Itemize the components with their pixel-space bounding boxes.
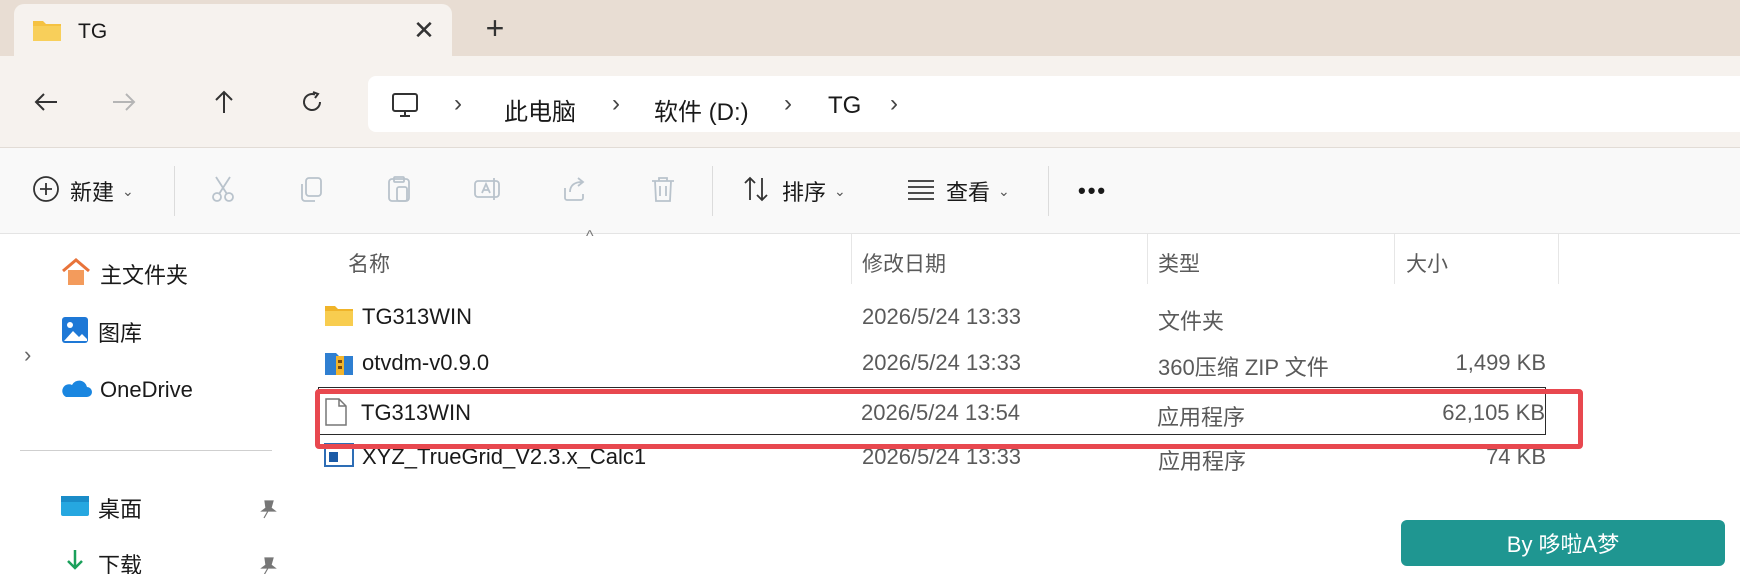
share-button[interactable] <box>560 170 590 212</box>
column-divider[interactable] <box>1394 234 1395 284</box>
cut-button[interactable] <box>208 170 238 212</box>
column-header-date[interactable]: 修改日期 <box>862 248 946 278</box>
folder-icon <box>324 302 354 330</box>
sidebar-label: 下载 <box>98 553 143 574</box>
rename-icon <box>472 174 502 209</box>
divider <box>1048 166 1049 216</box>
sort-ascending-icon: ^ <box>586 228 594 245</box>
desktop-icon <box>60 493 90 524</box>
file-row[interactable]: TG313WIN 2026/5/24 13:33 文件夹 <box>320 292 1740 340</box>
file-size: 1,499 KB <box>1455 350 1546 375</box>
tab-title: TG <box>78 20 108 43</box>
annotation-highlight-box <box>315 389 1583 449</box>
new-label: 新建 <box>70 180 115 205</box>
title-bar: TG ✕ + <box>0 0 1740 58</box>
plus-circle-icon <box>32 175 60 208</box>
list-lines-icon <box>906 177 936 206</box>
column-header-size[interactable]: 大小 <box>1406 248 1448 278</box>
column-header-type[interactable]: 类型 <box>1158 248 1200 278</box>
chevron-down-icon: ⌄ <box>122 182 134 199</box>
copy-icon <box>296 174 326 209</box>
home-icon <box>60 257 92 292</box>
chevron-right-icon[interactable]: › <box>24 342 31 368</box>
folder-icon <box>32 18 62 42</box>
sort-button[interactable]: 排序 ⌄ <box>742 170 846 212</box>
breadcrumb-chevron-icon[interactable]: › <box>454 90 462 118</box>
command-bar: 新建 ⌄ 排序 ⌄ 查看 ⌄ ••• <box>0 148 1740 234</box>
rename-button[interactable] <box>472 170 502 212</box>
this-pc-icon[interactable] <box>390 90 420 120</box>
breadcrumb-chevron-icon[interactable]: › <box>612 90 620 118</box>
column-header-name[interactable]: 名称 <box>348 248 390 278</box>
zip-archive-icon <box>324 348 354 376</box>
chevron-down-icon: ⌄ <box>834 182 846 199</box>
column-divider[interactable] <box>1147 234 1148 284</box>
view-button[interactable]: 查看 ⌄ <box>906 170 1010 212</box>
refresh-icon[interactable] <box>292 82 332 122</box>
sidebar-item-downloads[interactable]: 下载 <box>60 546 142 574</box>
sidebar-label: OneDrive <box>100 377 193 402</box>
watermark-badge: By 哆啦A梦 <box>1401 520 1725 566</box>
clipboard-icon <box>384 174 414 209</box>
breadcrumb-chevron-icon[interactable]: › <box>784 90 792 118</box>
sidebar-item-onedrive[interactable]: OneDrive <box>60 372 193 408</box>
sidebar-item-desktop[interactable]: 桌面 <box>60 490 142 526</box>
paste-button[interactable] <box>384 170 414 212</box>
back-arrow-icon[interactable] <box>26 82 66 122</box>
file-type: 360压缩 ZIP 文件 <box>1158 355 1329 380</box>
divider <box>712 166 713 216</box>
onedrive-icon <box>60 377 92 404</box>
view-label: 查看 <box>946 180 991 205</box>
sidebar-item-gallery[interactable]: 图库 <box>60 314 142 350</box>
pin-icon[interactable] <box>258 499 278 519</box>
file-name: TG313WIN <box>362 304 473 329</box>
gallery-icon <box>60 315 90 350</box>
delete-button[interactable] <box>648 170 678 212</box>
close-tab-icon[interactable]: ✕ <box>410 16 438 44</box>
column-divider[interactable] <box>851 234 852 284</box>
sidebar-label: 图库 <box>98 321 143 346</box>
navigation-bar: › 此电脑 › 软件 (D:) › TG › <box>0 56 1740 148</box>
copy-button[interactable] <box>296 170 326 212</box>
new-tab-icon[interactable]: + <box>480 12 510 44</box>
file-name: otvdm-v0.9.0 <box>362 350 490 375</box>
column-divider[interactable] <box>1558 234 1559 284</box>
file-type: 文件夹 <box>1158 309 1225 334</box>
more-options-icon[interactable]: ••• <box>1078 170 1107 212</box>
breadcrumb-chevron-icon[interactable]: › <box>890 90 898 118</box>
scissors-icon <box>208 174 238 209</box>
address-bar[interactable]: › 此电脑 › 软件 (D:) › TG › <box>368 76 1740 132</box>
pin-icon[interactable] <box>258 556 278 574</box>
navigation-pane: 主文件夹 图库 › OneDrive 桌面 下载 <box>0 234 290 574</box>
tab-tg[interactable]: TG ✕ <box>14 4 452 58</box>
sidebar-item-home[interactable]: 主文件夹 <box>60 256 188 292</box>
file-date: 2026/5/24 13:33 <box>862 350 1022 375</box>
trash-icon <box>648 174 678 209</box>
up-arrow-icon[interactable] <box>204 82 244 122</box>
sidebar-label: 桌面 <box>98 497 143 522</box>
file-row[interactable]: otvdm-v0.9.0 2026/5/24 13:33 360压缩 ZIP 文… <box>320 338 1740 386</box>
forward-arrow-icon[interactable] <box>104 82 144 122</box>
share-icon <box>560 174 590 209</box>
sort-label: 排序 <box>782 180 827 205</box>
chevron-down-icon: ⌄ <box>998 182 1010 199</box>
breadcrumb-tg[interactable]: TG <box>828 92 861 120</box>
sort-arrows-icon <box>742 175 772 208</box>
new-button[interactable]: 新建 ⌄ <box>32 170 134 212</box>
file-date: 2026/5/24 13:33 <box>862 304 1022 329</box>
divider <box>174 166 175 216</box>
breadcrumb-drive-d[interactable]: 软件 (D:) <box>654 92 749 127</box>
sidebar-divider <box>20 450 272 451</box>
download-icon <box>60 547 90 574</box>
sidebar-label: 主文件夹 <box>100 263 189 288</box>
breadcrumb-this-pc[interactable]: 此电脑 <box>504 92 576 127</box>
